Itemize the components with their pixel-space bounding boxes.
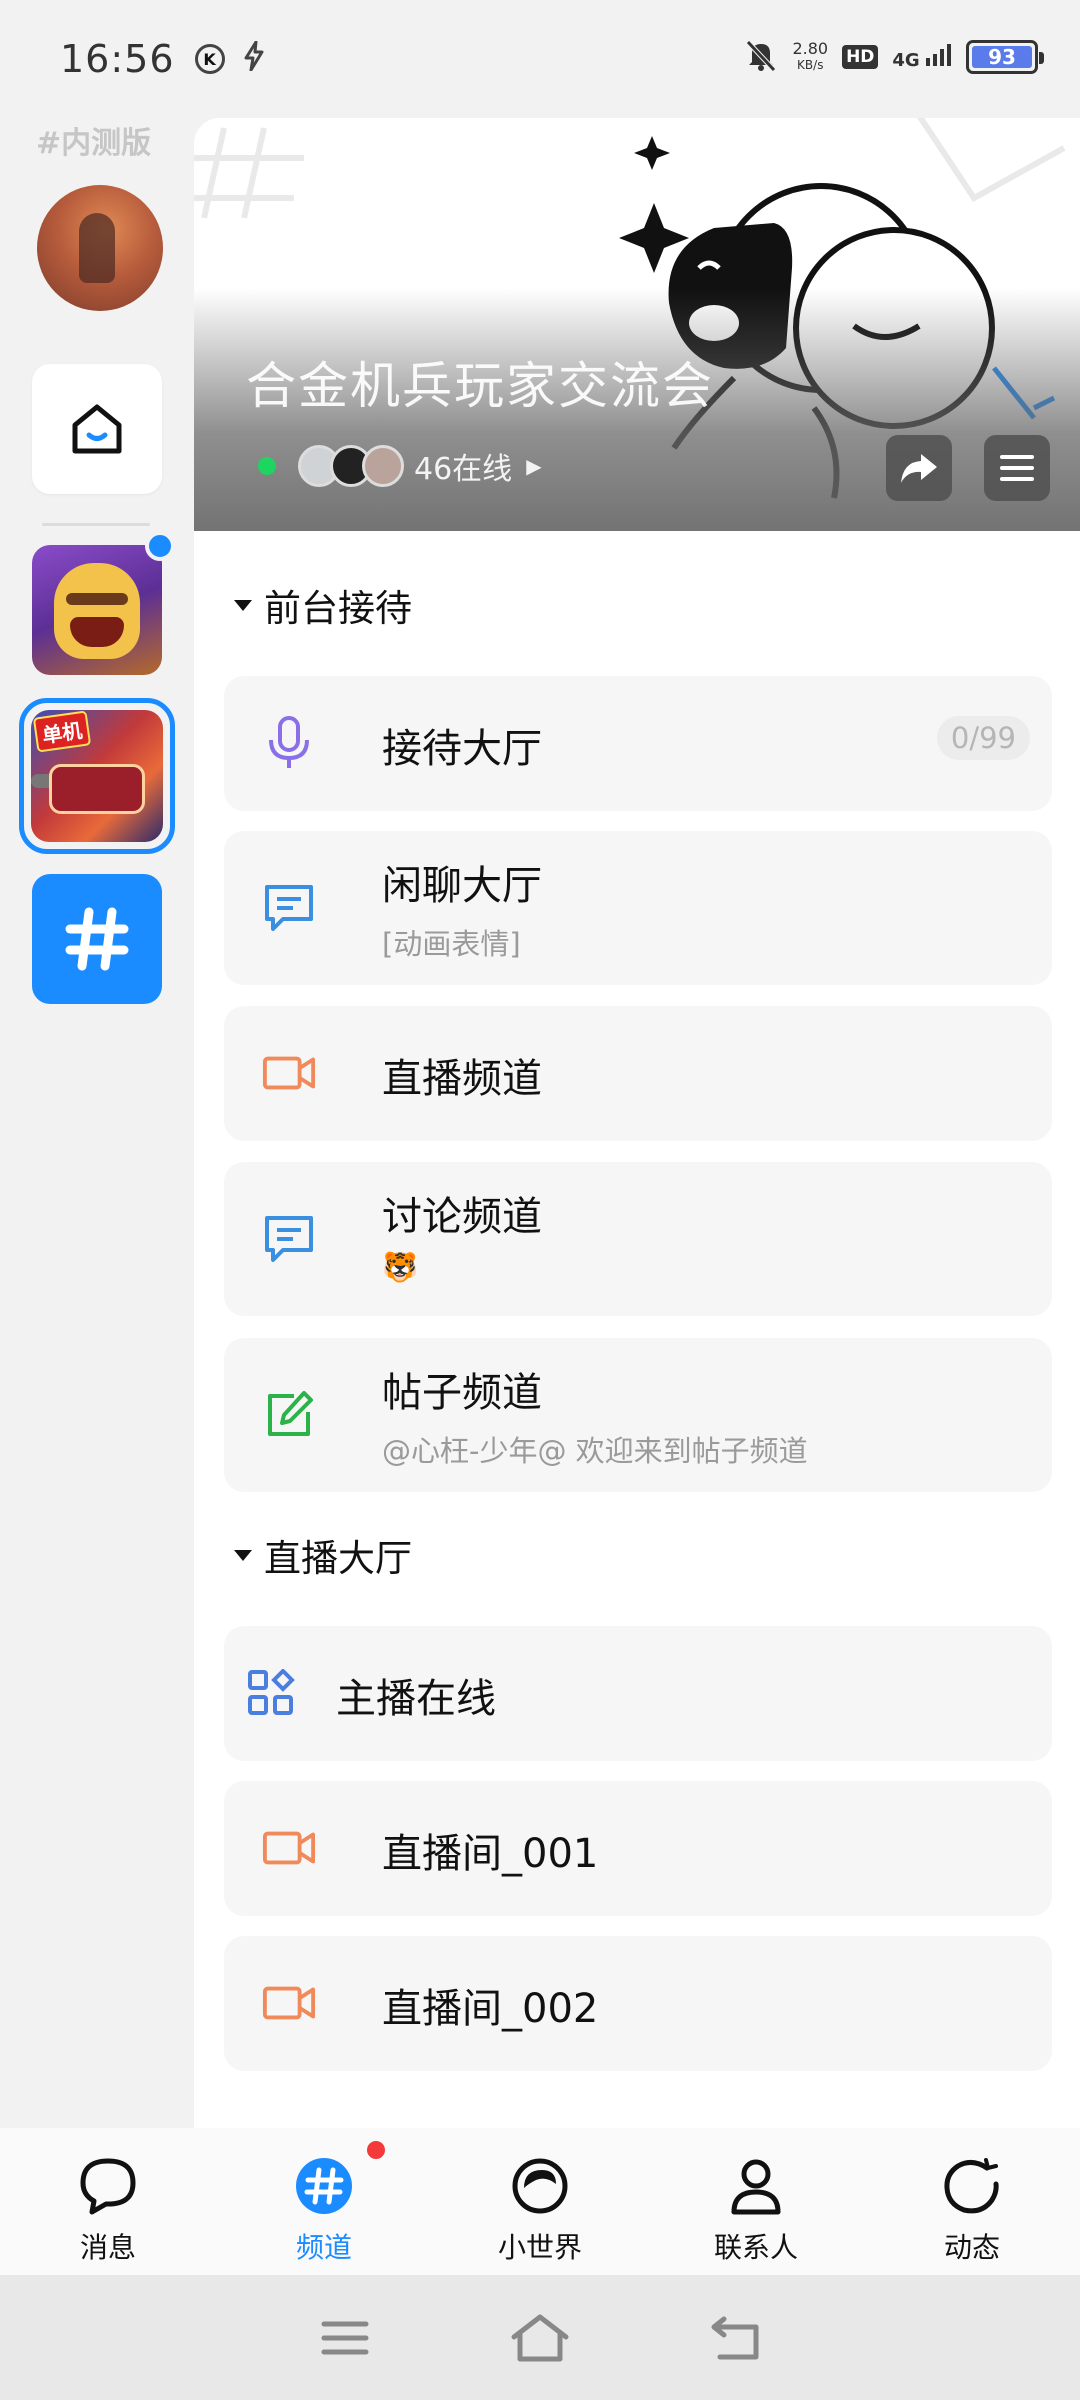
share-button[interactable] (886, 435, 952, 501)
back-icon[interactable] (710, 2315, 760, 2361)
guild-rail: #内测版 单机 (0, 118, 194, 2128)
charging-bolt-icon (243, 40, 265, 78)
nav-label: 动态 (943, 2231, 1000, 2264)
bottom-nav: 消息 频道 小世界 联系人 动态 (0, 2128, 1080, 2275)
nav-feed[interactable]: 动态 (864, 2128, 1080, 2275)
feed-refresh-icon (944, 2158, 999, 2214)
channel-title: 帖子频道 (382, 1370, 542, 1416)
channel-preview: @心枉-少年@ 欢迎来到帖子频道 (382, 1434, 808, 1468)
small-world-icon (512, 2158, 568, 2214)
channel-title: 直播频道 (382, 1056, 542, 1102)
user-avatar[interactable] (37, 185, 163, 311)
channel-title: 主播在线 (336, 1676, 496, 1722)
channel-title: 直播间_001 (382, 1831, 599, 1877)
edit-post-icon (262, 1388, 316, 1442)
nav-label: 频道 (295, 2231, 352, 2264)
rail-divider (42, 523, 150, 526)
clock: 16:56 (60, 37, 175, 81)
online-count: 46在线 (414, 452, 513, 487)
hd-badge: HD (842, 45, 879, 69)
game-badge: 单机 (32, 710, 92, 753)
channel-item[interactable]: 主播在线 (224, 1626, 1052, 1761)
k-app-icon: K (194, 44, 225, 74)
battery-level: 93 (972, 45, 1032, 69)
chevron-right-icon: ▶ (526, 454, 542, 478)
channel-preview: [动画表情] (382, 927, 521, 961)
home-icon (72, 404, 122, 454)
channel-item[interactable]: 直播间_002 (224, 1936, 1052, 2071)
chat-icon (262, 881, 316, 935)
channel-item[interactable]: 接待大厅 0/99 (224, 676, 1052, 811)
mute-bell-icon (744, 38, 778, 76)
category-header[interactable]: 直播大厅 (194, 1528, 412, 1582)
signal-label: 4G (892, 49, 920, 71)
video-camera-icon (262, 1821, 316, 1875)
system-nav-bar (0, 2275, 1080, 2400)
collapse-caret-icon (234, 1549, 252, 1561)
battery-indicator: 93 (966, 40, 1044, 74)
collapse-caret-icon (234, 599, 252, 611)
guild-panel: 合金机兵玩家交流会 46在线 ▶ 前台接待 接待大厅 0/99 闲聊大厅 [动画… (194, 118, 1080, 2128)
nav-label: 消息 (79, 2231, 136, 2264)
notification-dot (364, 2138, 388, 2162)
net-speed-unit: KB/s (797, 58, 824, 72)
nav-label: 小世界 (497, 2231, 582, 2264)
signal-bars-icon (926, 43, 951, 66)
nav-label: 联系人 (713, 2231, 798, 2264)
channel-title: 接待大厅 (382, 726, 542, 772)
apps-grid-icon (244, 1666, 298, 1720)
system-home-icon[interactable] (510, 2313, 570, 2363)
menu-button[interactable] (984, 435, 1050, 501)
member-count-badge: 0/99 (936, 716, 1030, 760)
channel-item[interactable]: 直播间_001 (224, 1781, 1052, 1916)
nav-contacts[interactable]: 联系人 (648, 2128, 864, 2275)
chat-icon (262, 1212, 316, 1266)
guild-clash-of-clans[interactable] (32, 545, 162, 675)
status-icons: 2.80 KB/s HD 4G 93 (744, 38, 1044, 76)
channel-item[interactable]: 直播频道 (224, 1006, 1052, 1141)
guild-banner: 合金机兵玩家交流会 46在线 ▶ (194, 118, 1080, 531)
video-camera-icon (262, 1046, 316, 1100)
net-speed: 2.80 KB/s (792, 41, 828, 73)
nav-small-world[interactable]: 小世界 (432, 2128, 648, 2275)
guild-title: 合金机兵玩家交流会 (246, 357, 714, 415)
contacts-icon (731, 2159, 781, 2215)
online-status-dot (258, 457, 276, 475)
hash-icon (65, 907, 129, 971)
beta-tag: #内测版 (36, 126, 152, 161)
discover-channels-button[interactable] (32, 874, 162, 1004)
nav-channels[interactable]: 频道 (216, 2128, 432, 2275)
signal-4g: 4G (892, 43, 952, 71)
category-label: 直播大厅 (264, 1537, 412, 1580)
category-header[interactable]: 前台接待 (194, 578, 412, 632)
channel-item[interactable]: 讨论频道 🐯 (224, 1162, 1052, 1316)
video-camera-icon (262, 1976, 316, 2030)
channel-preview: 🐯 (382, 1250, 419, 1284)
member-avatar (362, 445, 404, 487)
guild-metal-mech-selected[interactable]: 单机 (19, 698, 175, 854)
home-button[interactable] (32, 364, 162, 494)
channel-item[interactable]: 闲聊大厅 [动画表情] (224, 831, 1052, 985)
nav-messages[interactable]: 消息 (0, 2128, 216, 2275)
channel-title: 讨论频道 (382, 1194, 542, 1240)
net-speed-value: 2.80 (792, 39, 829, 58)
channel-hash-icon (296, 2158, 352, 2214)
menu-icon (1000, 455, 1034, 481)
online-members[interactable]: 46在线 ▶ (258, 444, 542, 488)
category-label: 前台接待 (264, 587, 412, 630)
microphone-icon (262, 716, 316, 770)
message-bubble-icon (80, 2158, 136, 2215)
share-icon (901, 454, 937, 483)
status-bar: 16:56 K 2.80 KB/s HD 4G 93 (0, 0, 1080, 118)
unread-dot (145, 531, 175, 561)
channel-title: 直播间_002 (382, 1986, 599, 2032)
channel-title: 闲聊大厅 (382, 863, 542, 909)
channel-item[interactable]: 帖子频道 @心枉-少年@ 欢迎来到帖子频道 (224, 1338, 1052, 1492)
recent-apps-icon[interactable] (320, 2318, 370, 2358)
